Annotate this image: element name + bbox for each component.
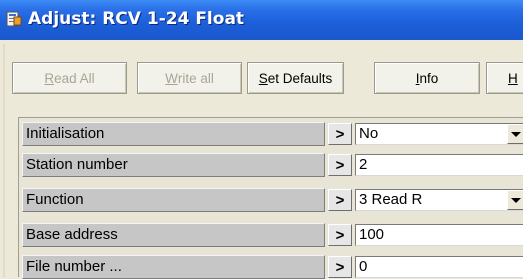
help-accelerator: H — [508, 70, 518, 86]
input-value: 0 — [359, 258, 368, 275]
apply-arrow-button[interactable]: > — [328, 123, 352, 145]
arrow-glyph: > — [335, 258, 345, 276]
arrow-glyph: > — [335, 226, 345, 244]
window-title: Adjust: RCV 1-24 Float — [28, 9, 245, 29]
title-bar[interactable]: Adjust: RCV 1-24 Float — [0, 0, 523, 40]
write-all-label: rite all — [177, 70, 214, 86]
arrow-glyph: > — [335, 125, 345, 143]
parameter-label: Function — [22, 188, 325, 212]
parameter-label: Base address — [22, 223, 325, 247]
set-defaults-accelerator: S — [258, 70, 268, 86]
write-all-accelerator: W — [165, 70, 178, 86]
read-all-accelerator: R — [44, 70, 55, 86]
input-value: 2 — [359, 156, 368, 173]
apply-arrow-button[interactable]: > — [328, 154, 352, 176]
set-defaults-button[interactable]: Set Defaults — [247, 62, 344, 94]
apply-arrow-button[interactable]: > — [328, 256, 352, 278]
parameter-label: Initialisation — [22, 122, 325, 146]
write-all-button[interactable]: Write all — [137, 62, 242, 94]
base-address-input[interactable]: 100 — [355, 224, 523, 246]
chevron-down-icon[interactable] — [507, 124, 523, 144]
initialisation-select[interactable]: No — [355, 123, 523, 145]
selected-value: No — [359, 125, 379, 142]
file-number-input[interactable]: 0 — [355, 256, 523, 278]
toolbar: Read All Write all Set Defaults Info H — [10, 50, 523, 102]
station-number-input[interactable]: 2 — [355, 154, 523, 176]
read-all-label: ead All — [54, 70, 95, 86]
parameter-label: File number ... — [22, 255, 325, 279]
info-button[interactable]: Info — [374, 62, 480, 94]
parameter-label: Station number — [22, 153, 325, 177]
arrow-glyph: > — [335, 191, 345, 209]
set-defaults-label: et Defaults — [267, 70, 333, 86]
help-button[interactable]: H — [486, 62, 523, 94]
input-value: 100 — [359, 226, 385, 243]
apply-arrow-button[interactable]: > — [328, 189, 352, 211]
function-select[interactable]: 3 Read R — [355, 189, 523, 211]
selected-value: 3 Read R — [359, 191, 423, 208]
apply-arrow-button[interactable]: > — [328, 224, 352, 246]
arrow-glyph: > — [335, 156, 345, 174]
read-all-button[interactable]: Read All — [12, 62, 127, 94]
chevron-down-icon[interactable] — [507, 190, 523, 210]
app-icon — [6, 11, 22, 27]
info-label: nfo — [419, 70, 439, 86]
